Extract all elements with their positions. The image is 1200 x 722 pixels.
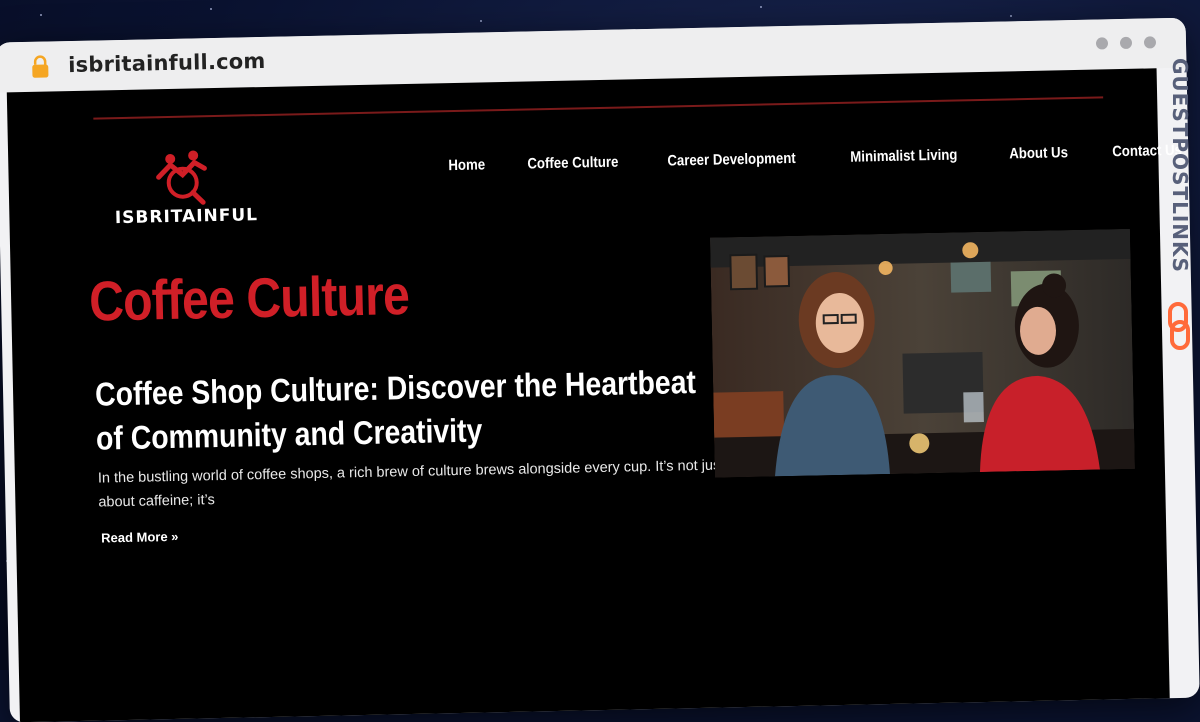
nav-home[interactable]: Home [448, 156, 485, 174]
window-dot[interactable] [1119, 36, 1133, 50]
post-title-link[interactable]: Coffee Shop Culture: Discover the Heartb… [95, 360, 699, 461]
category-title: Coffee Culture [88, 263, 410, 333]
post-excerpt: In the bustling world of coffee shops, a… [97, 457, 725, 511]
address-bar[interactable]: isbritainfull.com [68, 49, 266, 77]
browser-window: isbritainfull.com ISBRITAINFUL Home Coff… [0, 17, 1200, 722]
window-dot[interactable] [1143, 36, 1157, 49]
window-controls [1095, 36, 1157, 50]
nav-coffee-culture[interactable]: Coffee Culture [527, 154, 618, 173]
logo-text: ISBRITAINFUL [114, 205, 259, 229]
nav-career-development[interactable]: Career Development [667, 150, 796, 170]
chain-link-icon [1168, 302, 1190, 350]
coffee-shop-photo[interactable] [709, 228, 1135, 478]
guestpostlinks-brand: GUESTPOSTLINKS [1168, 58, 1192, 273]
site-logo[interactable]: ISBRITAINFUL [100, 145, 272, 234]
nav-about-us[interactable]: About Us [1009, 144, 1068, 162]
page-viewport: ISBRITAINFUL Home Coffee Culture Career … [6, 68, 1182, 722]
header-divider [93, 96, 1104, 120]
main-nav: Home Coffee Culture Career Development M… [448, 142, 1192, 174]
people-search-logo-icon [156, 150, 207, 205]
window-dot[interactable] [1095, 37, 1109, 50]
read-more-link[interactable]: Read More » [101, 529, 179, 546]
nav-minimalist-living[interactable]: Minimalist Living [850, 146, 957, 165]
lock-icon [32, 55, 49, 78]
